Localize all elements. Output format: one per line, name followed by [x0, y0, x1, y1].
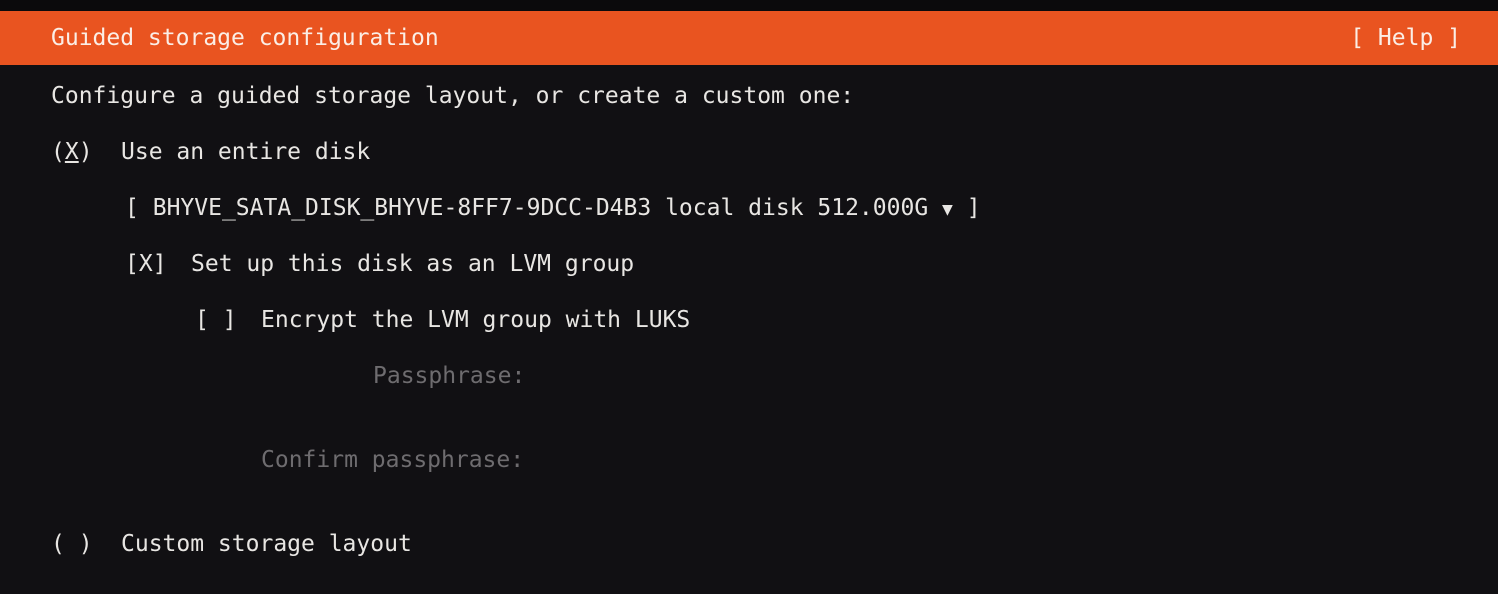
confirm-passphrase-label: Confirm passphrase:	[261, 447, 525, 473]
disk-select-close: ]	[966, 195, 981, 221]
radio-custom-layout[interactable]: ( )	[51, 529, 93, 559]
entire-disk-label: Use an entire disk	[121, 139, 371, 165]
radio-open: (	[51, 139, 65, 165]
custom-layout-label: Custom storage layout	[121, 531, 412, 557]
disk-select[interactable]: [ BHYVE_SATA_DISK_BHYVE-8FF7-9DCC-D4B3 l…	[125, 193, 981, 223]
top-bar	[0, 0, 1498, 11]
luks-label: Encrypt the LVM group with LUKS	[261, 307, 691, 333]
help-button[interactable]: [ Help ]	[1350, 25, 1461, 51]
chevron-down-icon: ▼	[942, 199, 953, 220]
disk-select-value: BHYVE_SATA_DISK_BHYVE-8FF7-9DCC-D4B3 loc…	[152, 195, 929, 221]
luks-checkbox[interactable]: [ ]	[195, 305, 237, 335]
radio-close: )	[78, 139, 93, 165]
intro-text: Configure a guided storage layout, or cr…	[51, 83, 855, 109]
passphrase-label: Passphrase:	[373, 363, 526, 389]
radio-entire-disk[interactable]: (X)	[51, 137, 93, 167]
header-bar: Guided storage configuration [ Help ]	[0, 11, 1498, 65]
lvm-label: Set up this disk as an LVM group	[191, 251, 635, 277]
lvm-checkbox[interactable]: [X]	[125, 249, 167, 279]
disk-select-open: [	[125, 195, 139, 221]
radio-mark: X	[64, 139, 79, 165]
page-title: Guided storage configuration	[51, 25, 439, 51]
